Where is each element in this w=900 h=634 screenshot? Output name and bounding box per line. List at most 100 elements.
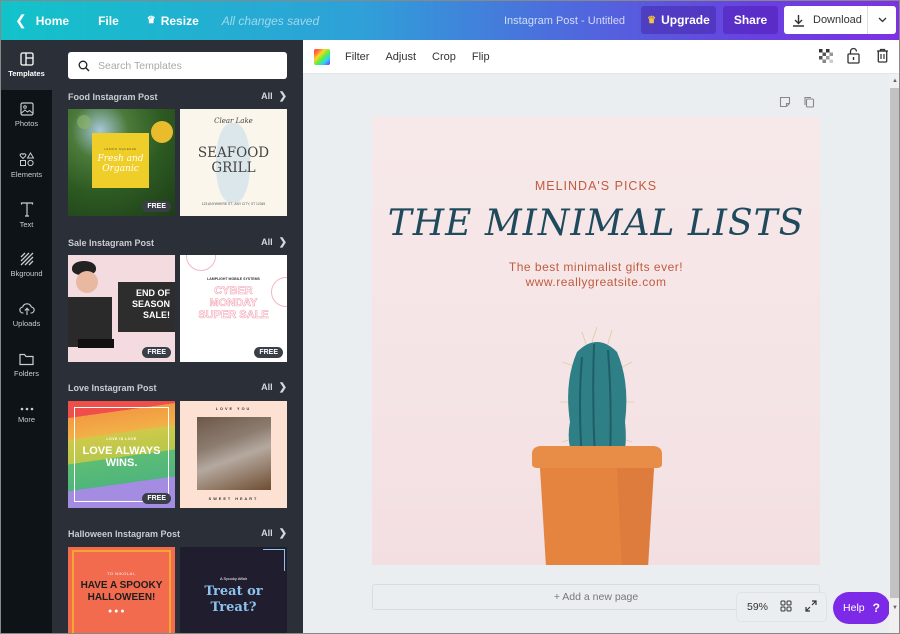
chevron-right-icon: ❯: [278, 237, 287, 248]
nav-label: Photos: [14, 119, 39, 128]
chevron-left-icon: ❮: [15, 12, 27, 28]
search-templates-input[interactable]: [98, 59, 278, 72]
resize-label: Resize: [160, 13, 199, 28]
zoom-level[interactable]: 59%: [747, 601, 768, 613]
file-menu-button[interactable]: File: [98, 1, 119, 40]
canvas-scrollbar[interactable]: ▲ ▼: [889, 74, 899, 633]
template-headline: Fresh and Organic: [97, 154, 144, 174]
download-options-button[interactable]: [868, 6, 896, 34]
design-kicker-text[interactable]: MELINDA'S PICKS: [372, 179, 820, 193]
scroll-down-arrow-icon[interactable]: ▼: [891, 604, 899, 612]
section-title: Halloween Instagram Post: [68, 528, 181, 539]
nav-elements[interactable]: Elements: [1, 140, 52, 190]
adjust-button[interactable]: Adjust: [385, 51, 416, 63]
help-button[interactable]: Help ?: [833, 592, 890, 624]
photos-icon: [19, 102, 34, 116]
nav-label: Folders: [13, 368, 39, 378]
template-headline: Treat or Treat?: [204, 584, 263, 615]
section-header-halloween: Halloween Instagram Post All ❯: [68, 528, 287, 539]
document-title[interactable]: Instagram Post - Untitled: [504, 1, 625, 40]
share-button[interactable]: Share: [723, 6, 778, 34]
grid-view-icon: [780, 600, 792, 611]
all-label: All: [261, 91, 273, 101]
template-spooky-halloween[interactable]: TO NIKOLAI, HAVE A SPOOKY HALLOWEEN! ● ●…: [68, 547, 175, 633]
nav-folders[interactable]: Folders: [1, 340, 52, 390]
template-fresh-organic[interactable]: LEMON SQUEEZE Fresh and Organic FREE: [68, 109, 175, 216]
template-headline: END OF SEASON SALE!: [118, 282, 175, 332]
download-button-group: Download: [784, 6, 896, 34]
see-all-food-link[interactable]: All ❯: [261, 91, 287, 102]
nav-more[interactable]: More: [1, 390, 52, 440]
section-header-love: Love Instagram Post All ❯: [68, 382, 287, 393]
see-all-halloween-link[interactable]: All ❯: [261, 528, 287, 539]
see-all-sale-link[interactable]: All ❯: [261, 237, 287, 248]
template-headline: HAVE A SPOOKY HALLOWEEN!: [80, 580, 163, 603]
chevron-down-icon: [878, 17, 886, 23]
template-small-text: A Spooky Affair: [219, 576, 248, 581]
template-love-you[interactable]: LOVE YOU SWEET HEART: [180, 401, 287, 508]
template-treat-or-treat[interactable]: A Spooky Affair Treat or Treat?: [180, 547, 287, 633]
download-label: Download: [813, 14, 862, 26]
flip-button[interactable]: Flip: [472, 51, 490, 63]
search-box: [68, 52, 287, 79]
filter-button[interactable]: Filter: [345, 51, 369, 63]
nav-background[interactable]: Bkground: [1, 240, 52, 290]
belt-decoration: [78, 339, 114, 348]
see-all-love-link[interactable]: All ❯: [261, 382, 287, 393]
search-icon: [78, 60, 90, 71]
more-icon: [20, 407, 33, 411]
nav-text[interactable]: Text: [1, 190, 52, 240]
expand-icon: [805, 599, 817, 612]
resize-button[interactable]: ♛ Resize: [147, 1, 199, 40]
add-note-icon[interactable]: [779, 96, 791, 108]
cactus-photo[interactable]: [522, 322, 672, 565]
trash-icon: [877, 48, 888, 63]
scrollbar-thumb[interactable]: [890, 88, 899, 598]
template-cyber-monday[interactable]: LAMPLIGHT MOBILE SYSTEMS CYBER MONDAY SU…: [180, 255, 287, 362]
grid-view-button[interactable]: [780, 600, 792, 615]
nav-label: Elements: [10, 169, 43, 179]
canvas-area: MELINDA'S PICKS THE MINIMAL LISTS The be…: [303, 74, 890, 633]
transparency-icon: [819, 49, 833, 63]
design-page[interactable]: MELINDA'S PICKS THE MINIMAL LISTS The be…: [372, 117, 820, 565]
design-tagline-text[interactable]: The best minimalist gifts ever!: [372, 260, 820, 274]
lock-button[interactable]: [847, 47, 860, 67]
top-bar: ❮ Home File ♛ Resize All changes saved I…: [1, 1, 899, 40]
spiderweb-decoration: [263, 549, 285, 571]
design-url-text[interactable]: www.reallygreatsite.com: [372, 275, 820, 289]
template-end-of-season-sale[interactable]: END OF SEASON SALE! FREE: [68, 255, 175, 362]
skull-icons: ● ● ●: [108, 608, 125, 615]
nav-templates[interactable]: Templates: [1, 40, 52, 90]
editor-window: ❮ Home File ♛ Resize All changes saved I…: [0, 0, 900, 634]
nav-label: Uploads: [12, 319, 41, 328]
template-small-text: LOVE IS LOVE: [106, 437, 137, 441]
design-title-text[interactable]: THE MINIMAL LISTS: [372, 203, 820, 244]
save-status: All changes saved: [221, 13, 320, 28]
home-button[interactable]: ❮ Home: [15, 1, 69, 40]
delete-button[interactable]: [876, 48, 889, 66]
crown-icon: ♛: [647, 14, 657, 26]
duplicate-page-icon[interactable]: [803, 96, 815, 108]
fullscreen-button[interactable]: [805, 599, 817, 615]
section-title: Sale Instagram Post: [68, 237, 155, 248]
free-badge: FREE: [142, 347, 171, 358]
question-icon: ?: [872, 601, 880, 615]
section-header-sale: Sale Instagram Post All ❯: [68, 237, 287, 248]
section-title: Food Instagram Post: [68, 91, 158, 102]
template-love-always-wins[interactable]: LOVE IS LOVE LOVE ALWAYS WINS. FREE: [68, 401, 175, 508]
transparency-button[interactable]: [819, 49, 833, 66]
upgrade-button[interactable]: ♛ Upgrade: [641, 6, 716, 34]
nav-uploads[interactable]: Uploads: [1, 290, 52, 340]
nav-label: Bkground: [10, 269, 43, 278]
color-picker-button[interactable]: [314, 48, 330, 65]
scroll-up-arrow-icon[interactable]: ▲: [891, 77, 899, 85]
template-seafood-grill[interactable]: Clear Lake SEAFOOD GRILL 123 ANYWHERE ST…: [180, 109, 287, 216]
circle-decoration: [186, 255, 216, 271]
crop-button[interactable]: Crop: [432, 51, 456, 63]
uploads-icon: [18, 303, 35, 315]
template-headline: SEAFOOD GRILL: [197, 145, 270, 176]
nav-photos[interactable]: Photos: [1, 90, 52, 140]
template-small-text: LAMPLIGHT MOBILE SYSTEMS: [207, 277, 260, 281]
foliage-decoration: [77, 115, 91, 129]
download-button[interactable]: Download: [784, 6, 868, 34]
